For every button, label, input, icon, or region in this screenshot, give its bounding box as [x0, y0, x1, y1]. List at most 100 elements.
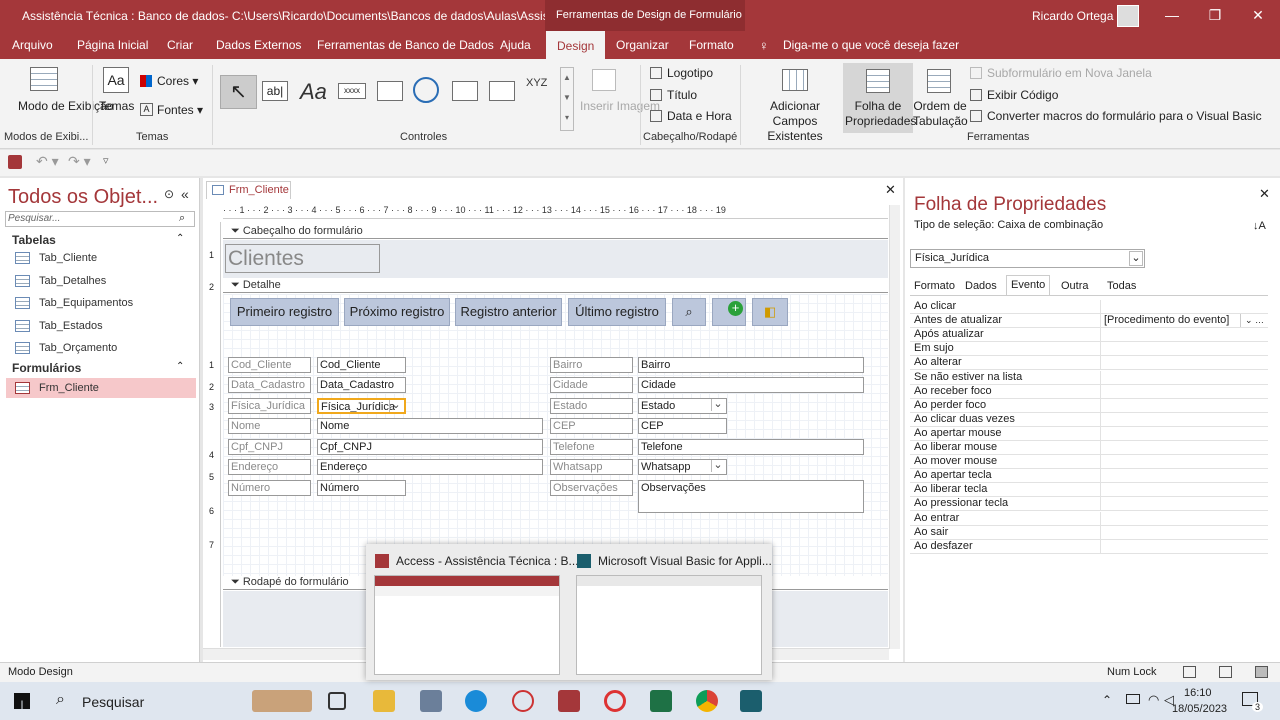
property-value[interactable]	[1100, 370, 1268, 385]
field-label[interactable]: Endereço	[228, 459, 311, 475]
property-row[interactable]: Ao alterar	[910, 356, 1268, 371]
tab-order-button[interactable]: Ordem de Tabulação	[913, 99, 968, 129]
form-title-label[interactable]: Clientes	[225, 244, 380, 273]
vertical-scrollbar[interactable]	[889, 205, 900, 649]
paint-icon[interactable]	[512, 690, 534, 712]
property-value[interactable]	[1100, 469, 1268, 484]
subform-new-window-button[interactable]: Subformulário em Nova Janela	[970, 66, 1152, 81]
document-tab-frm-cliente[interactable]: Frm_Cliente	[206, 181, 291, 199]
chevron-up-icon[interactable]: ⌃	[176, 361, 184, 372]
property-row[interactable]: Ao entrar	[910, 511, 1268, 526]
preview-title-access[interactable]: Access - Assistência Técnica : B...	[396, 554, 579, 568]
minimize-button[interactable]: —	[1162, 5, 1182, 25]
property-row[interactable]: Ao liberar tecla	[910, 483, 1268, 498]
section-form-header[interactable]: ⏷ Cabeçalho do formulário	[223, 225, 888, 239]
exit-form-button[interactable]: ◧	[752, 298, 788, 326]
property-value[interactable]	[1100, 328, 1268, 343]
chevron-up-icon[interactable]: ⌃	[176, 233, 184, 244]
battery-icon[interactable]	[1126, 694, 1140, 704]
first-record-button[interactable]: Primeiro registro	[230, 298, 339, 326]
save-icon[interactable]	[8, 155, 22, 169]
property-row[interactable]: Ao sair	[910, 525, 1268, 540]
prop-tab-evento[interactable]: Evento	[1006, 275, 1051, 295]
property-row[interactable]: Ao apertar tecla	[910, 469, 1268, 484]
wifi-icon[interactable]: ◠	[1148, 692, 1159, 708]
property-value[interactable]	[1100, 300, 1268, 314]
option-group-tool[interactable]: XYZ	[526, 77, 547, 89]
last-record-button[interactable]: Último registro	[568, 298, 666, 326]
property-row[interactable]: Se não estiver na lista	[910, 370, 1268, 385]
controls-scroll[interactable]: ▲ ▼ ▾	[560, 67, 574, 131]
property-value[interactable]	[1100, 398, 1268, 413]
field-textbox[interactable]: Telefone	[638, 439, 864, 455]
property-value[interactable]	[1100, 483, 1268, 498]
property-value[interactable]	[1100, 511, 1268, 526]
builder-button-icon[interactable]: ⌄ …	[1240, 314, 1268, 328]
search-icon[interactable]: ⌕	[179, 212, 185, 225]
nav-item-tab-estados[interactable]: Tab_Estados	[6, 316, 196, 336]
preview-thumbnail-access[interactable]	[374, 575, 560, 675]
nav-item-tab-detalhes[interactable]: Tab_Detalhes	[6, 271, 196, 291]
field-label[interactable]: CEP	[550, 418, 633, 434]
property-value[interactable]	[1100, 455, 1268, 470]
nav-category-tables[interactable]: Tabelas	[12, 233, 56, 247]
property-row[interactable]: Ao perder foco	[910, 398, 1268, 413]
prop-tab-formato[interactable]: Formato	[914, 279, 955, 295]
close-property-sheet-icon[interactable]: ✕	[1259, 186, 1270, 202]
field-label[interactable]: Observações	[550, 480, 633, 496]
redo-icon[interactable]: ↷ ▾	[68, 153, 91, 170]
field-label[interactable]: Cpf_CNPJ	[228, 439, 311, 455]
insert-image-button[interactable]: Inserir Imagem	[580, 99, 660, 114]
search-icon[interactable]: ⌕	[56, 691, 65, 709]
convert-macros-button[interactable]: Converter macros do formulário para o Vi…	[970, 109, 1262, 124]
tab-ajuda[interactable]: Ajuda	[500, 38, 531, 52]
field-label[interactable]: Data_Cadastro	[228, 377, 311, 393]
clock-time[interactable]: 16:10	[1184, 687, 1212, 699]
property-row[interactable]: Ao mover mouse	[910, 455, 1268, 470]
property-row[interactable]: Ao receber foco	[910, 384, 1268, 399]
news-widget-icon[interactable]	[252, 690, 312, 712]
prop-tab-outra[interactable]: Outra	[1061, 279, 1089, 295]
close-document-icon[interactable]: ✕	[885, 182, 896, 198]
property-row[interactable]: Ao clicar duas vezes	[910, 412, 1268, 427]
property-value[interactable]	[1100, 441, 1268, 455]
field-textbox[interactable]: Observações	[638, 480, 864, 513]
property-sheet-button[interactable]: Folha de Propriedades	[845, 99, 916, 129]
vba-editor-icon[interactable]	[740, 690, 762, 712]
customize-qat-icon[interactable]: ▿	[103, 154, 109, 167]
field-textbox[interactable]: Número	[317, 480, 406, 496]
calculator-icon[interactable]	[420, 690, 442, 712]
nav-search-input[interactable]: Pesquisar...	[5, 211, 195, 227]
previous-record-button[interactable]: Registro anterior	[455, 298, 562, 326]
field-label[interactable]: Whatsapp	[550, 459, 633, 475]
field-textbox[interactable]: Cod_Cliente	[317, 357, 406, 373]
property-row[interactable]: Ao desfazer	[910, 539, 1268, 554]
property-value[interactable]	[1100, 342, 1268, 357]
file-explorer-icon[interactable]	[373, 690, 395, 712]
field-label[interactable]: Estado	[550, 398, 633, 414]
nav-title[interactable]: Todos os Objet...	[8, 186, 158, 209]
tab-pagina-inicial[interactable]: Página Inicial	[77, 38, 148, 52]
edge-icon[interactable]	[465, 690, 487, 712]
property-row[interactable]: Ao apertar mouse	[910, 426, 1268, 441]
nav-item-tab-equipamentos[interactable]: Tab_Equipamentos	[6, 293, 196, 313]
tell-me-search[interactable]: Diga-me o que você deseja fazer	[783, 38, 959, 52]
new-record-button[interactable]: +	[712, 298, 746, 326]
form-view-icon[interactable]	[1183, 666, 1196, 678]
select-pointer-tool[interactable]: ↖	[220, 75, 257, 109]
view-mode-button[interactable]: Modo de Exibição	[18, 99, 113, 114]
chrome-icon[interactable]	[696, 690, 718, 712]
date-time-button[interactable]: Data e Hora	[650, 109, 732, 124]
section-detail[interactable]: ⏷ Detalhe	[223, 279, 888, 293]
navigation-tool[interactable]	[489, 81, 515, 101]
web-browser-tool[interactable]	[452, 81, 478, 101]
tab-ferramentas-bd[interactable]: Ferramentas de Banco de Dados	[317, 38, 494, 52]
undo-icon[interactable]: ↶ ▾	[36, 153, 59, 170]
field-textbox[interactable]: Bairro	[638, 357, 864, 373]
title-button[interactable]: Título	[650, 88, 697, 103]
preview-thumbnail-vba[interactable]	[576, 575, 762, 675]
field-label[interactable]: Número	[228, 480, 311, 496]
preview-title-vba[interactable]: Microsoft Visual Basic for Appli...	[598, 554, 772, 568]
user-avatar[interactable]	[1117, 5, 1139, 27]
tab-arquivo[interactable]: Arquivo	[12, 38, 53, 52]
